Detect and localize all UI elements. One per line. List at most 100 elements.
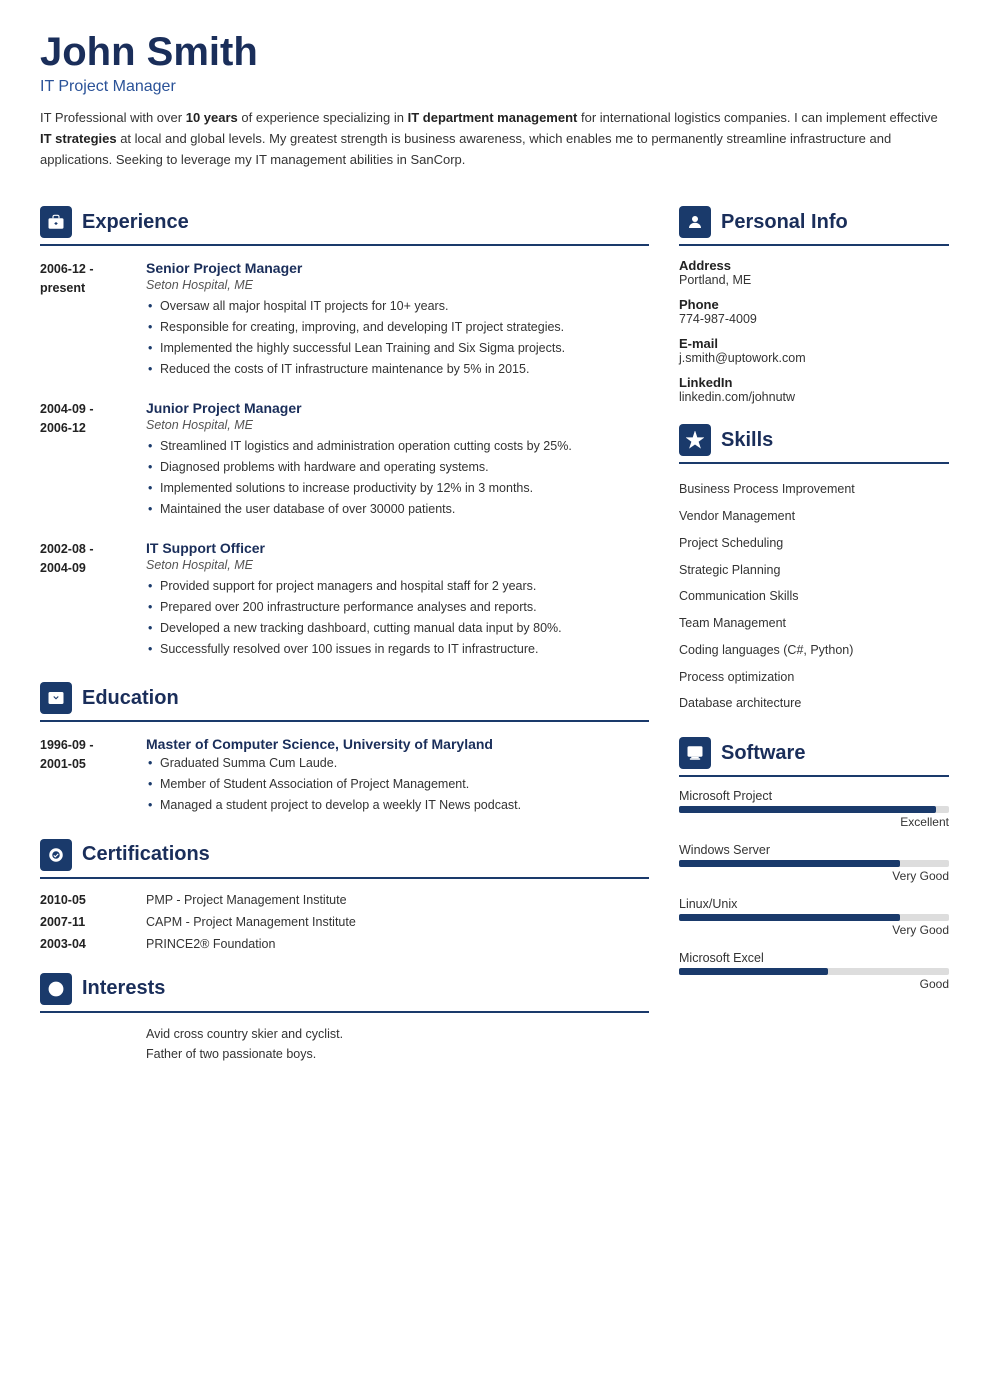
experience-divider	[40, 244, 649, 246]
exp-bullet: Developed a new tracking dashboard, cutt…	[146, 619, 649, 638]
interests-icon	[40, 973, 72, 1005]
personal-info-section: Personal Info Address Portland, ME Phone…	[679, 206, 949, 404]
software-bar-label-4: Good	[679, 977, 949, 991]
software-title: Software	[721, 742, 805, 765]
exp-bullet: Provided support for project managers an…	[146, 577, 649, 596]
info-value-phone: 774-987-4009	[679, 312, 949, 326]
software-bar-label-1: Excellent	[679, 815, 949, 829]
software-bar-bg-4	[679, 968, 949, 975]
skill-item-4: Strategic Planning	[679, 557, 949, 584]
interests-title: Interests	[82, 977, 165, 1000]
experience-icon	[40, 206, 72, 238]
exp-bullets-3: Provided support for project managers an…	[146, 577, 649, 658]
skill-item-8: Process optimization	[679, 664, 949, 691]
software-section: Software Microsoft Project Excellent Win…	[679, 737, 949, 991]
cert-date-3: 2003-04	[40, 937, 130, 951]
software-bar-fill-2	[679, 860, 900, 867]
interest-entry-1: Avid cross country skier and cyclist.	[40, 1027, 649, 1041]
skills-divider	[679, 462, 949, 464]
experience-title: Experience	[82, 211, 189, 234]
exp-title-1: Senior Project Manager	[146, 260, 649, 276]
exp-subtitle-1: Seton Hospital, ME	[146, 278, 649, 292]
software-bar-label-2: Very Good	[679, 869, 949, 883]
certifications-divider	[40, 877, 649, 879]
skill-item-1: Business Process Improvement	[679, 476, 949, 503]
experience-entry-1: 2006-12 -present Senior Project Manager …	[40, 260, 649, 380]
software-item-4: Microsoft Excel Good	[679, 951, 949, 991]
interest-indent	[40, 1027, 130, 1041]
cert-title-1: PMP - Project Management Institute	[146, 893, 347, 907]
exp-content-3: IT Support Officer Seton Hospital, ME Pr…	[146, 540, 649, 660]
software-bar-bg-1	[679, 806, 949, 813]
exp-content-2: Junior Project Manager Seton Hospital, M…	[146, 400, 649, 520]
info-value-linkedin: linkedin.com/johnutw	[679, 390, 949, 404]
candidate-summary: IT Professional with over 10 years of ex…	[40, 108, 949, 170]
edu-content-1: Master of Computer Science, University o…	[146, 736, 649, 816]
resume-wrapper: John Smith IT Project Manager IT Profess…	[0, 0, 989, 1399]
cert-title-2: CAPM - Project Management Institute	[146, 915, 356, 929]
exp-date-1: 2006-12 -present	[40, 260, 130, 380]
personal-info-title: Personal Info	[721, 211, 848, 234]
software-name-2: Windows Server	[679, 843, 949, 857]
personal-info-icon	[679, 206, 711, 238]
cert-entry-1: 2010-05 PMP - Project Management Institu…	[40, 893, 649, 907]
edu-date-1: 1996-09 -2001-05	[40, 736, 130, 816]
skill-item-6: Team Management	[679, 610, 949, 637]
software-divider	[679, 775, 949, 777]
interests-divider	[40, 1011, 649, 1013]
info-label-address: Address	[679, 258, 949, 273]
software-bar-label-3: Very Good	[679, 923, 949, 937]
exp-bullets-2: Streamlined IT logistics and administrat…	[146, 437, 649, 518]
skill-item-2: Vendor Management	[679, 503, 949, 530]
exp-bullet: Reduced the costs of IT infrastructure m…	[146, 360, 649, 379]
certifications-header: Certifications	[40, 839, 649, 871]
software-bar-fill-3	[679, 914, 900, 921]
cert-date-2: 2007-11	[40, 915, 130, 929]
exp-content-1: Senior Project Manager Seton Hospital, M…	[146, 260, 649, 380]
exp-bullets-1: Oversaw all major hospital IT projects f…	[146, 297, 649, 378]
education-section: Education 1996-09 -2001-05 Master of Com…	[40, 682, 649, 816]
skill-item-9: Database architecture	[679, 690, 949, 717]
exp-bullet: Responsible for creating, improving, and…	[146, 318, 649, 337]
edu-bullet: Member of Student Association of Project…	[146, 775, 649, 794]
education-entry-1: 1996-09 -2001-05 Master of Computer Scie…	[40, 736, 649, 816]
interest-indent	[40, 1047, 130, 1061]
info-value-address: Portland, ME	[679, 273, 949, 287]
experience-entry-3: 2002-08 -2004-09 IT Support Officer Seto…	[40, 540, 649, 660]
exp-date-2: 2004-09 -2006-12	[40, 400, 130, 520]
info-value-email: j.smith@uptowork.com	[679, 351, 949, 365]
software-bar-fill-4	[679, 968, 828, 975]
interests-section: Interests Avid cross country skier and c…	[40, 973, 649, 1061]
edu-bullet: Managed a student project to develop a w…	[146, 796, 649, 815]
software-item-1: Microsoft Project Excellent	[679, 789, 949, 829]
skills-section: Skills Business Process Improvement Vend…	[679, 424, 949, 717]
skills-header: Skills	[679, 424, 949, 456]
info-label-phone: Phone	[679, 297, 949, 312]
skill-item-7: Coding languages (C#, Python)	[679, 637, 949, 664]
info-email: E-mail j.smith@uptowork.com	[679, 336, 949, 365]
exp-date-3: 2002-08 -2004-09	[40, 540, 130, 660]
edu-bullet: Graduated Summa Cum Laude.	[146, 754, 649, 773]
personal-info-divider	[679, 244, 949, 246]
exp-subtitle-2: Seton Hospital, ME	[146, 418, 649, 432]
exp-bullet: Oversaw all major hospital IT projects f…	[146, 297, 649, 316]
certifications-title: Certifications	[82, 843, 210, 866]
education-icon	[40, 682, 72, 714]
experience-section: Experience 2006-12 -present Senior Proje…	[40, 206, 649, 660]
exp-title-3: IT Support Officer	[146, 540, 649, 556]
cert-entry-3: 2003-04 PRINCE2® Foundation	[40, 937, 649, 951]
skills-icon	[679, 424, 711, 456]
exp-title-2: Junior Project Manager	[146, 400, 649, 416]
certifications-icon	[40, 839, 72, 871]
info-label-email: E-mail	[679, 336, 949, 351]
header: John Smith IT Project Manager IT Profess…	[40, 30, 949, 170]
education-header: Education	[40, 682, 649, 714]
exp-subtitle-3: Seton Hospital, ME	[146, 558, 649, 572]
info-phone: Phone 774-987-4009	[679, 297, 949, 326]
candidate-title: IT Project Manager	[40, 78, 949, 96]
candidate-name: John Smith	[40, 30, 949, 74]
exp-bullet: Implemented solutions to increase produc…	[146, 479, 649, 498]
edu-title-1: Master of Computer Science, University o…	[146, 736, 649, 752]
education-title: Education	[82, 687, 179, 710]
skills-title: Skills	[721, 429, 773, 452]
